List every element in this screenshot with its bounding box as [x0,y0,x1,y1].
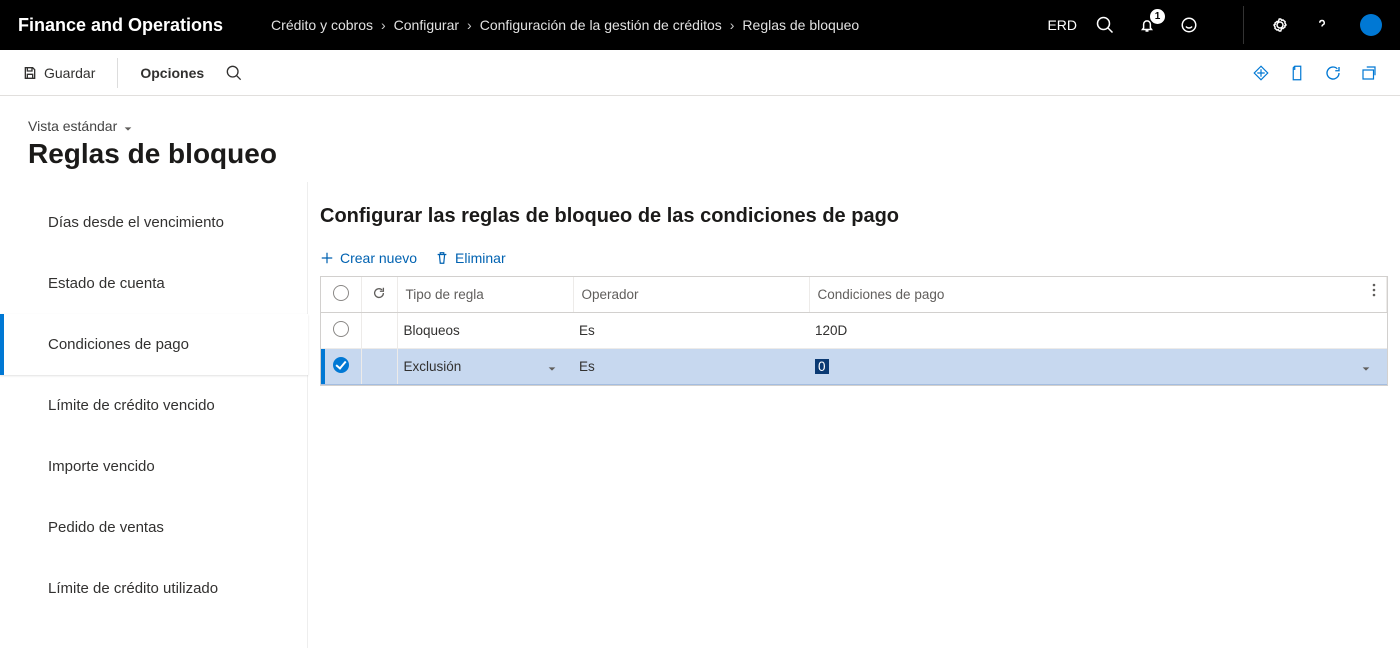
save-label: Guardar [44,65,95,81]
new-button[interactable]: Crear nuevo [320,250,417,266]
nav-item-account-status[interactable]: Estado de cuenta [0,253,308,314]
diamond-icon[interactable] [1252,64,1270,82]
notification-badge: 1 [1150,9,1165,24]
nav-item-overdue-amount[interactable]: Importe vencido [0,436,308,497]
breadcrumb-item[interactable]: Configurar [394,17,459,33]
top-icons: 1 [1095,6,1382,44]
select-all[interactable] [321,277,361,313]
help-icon[interactable] [1312,15,1332,35]
view-label: Vista estándar [28,118,117,134]
nav-item-days-overdue[interactable]: Días desde el vencimiento [0,192,308,253]
options-button[interactable]: Opciones [132,59,212,87]
top-bar: Finance and Operations Crédito y cobros … [0,0,1400,50]
chevron-down-icon[interactable] [1361,362,1371,372]
smile-icon[interactable] [1179,15,1199,35]
cell-value-editing[interactable]: 0 [815,359,829,374]
toolbar-search-button[interactable] [218,59,250,87]
col-operator[interactable]: Operador [573,277,809,313]
col-rule-type[interactable]: Tipo de regla [397,277,573,313]
cell-operator[interactable]: Es [573,313,809,349]
nav-item-payment-terms[interactable]: Condiciones de pago [0,314,308,375]
cell-payment-terms[interactable]: 120D [809,313,1387,349]
bell-icon[interactable]: 1 [1137,15,1157,35]
nav-item-sales-order[interactable]: Pedido de ventas [0,497,308,558]
page-title: Reglas de bloqueo [28,138,1400,170]
grid-options-icon[interactable] [1366,282,1382,303]
cell-value: Exclusión [404,359,462,374]
table-row[interactable]: Bloqueos Es 120D [321,313,1387,349]
breadcrumb-item[interactable]: Crédito y cobros [271,17,373,33]
grid-header-row: Tipo de regla Operador Condiciones de pa… [321,277,1387,313]
cell-operator[interactable]: Es [573,349,809,385]
view-selector[interactable]: Vista estándar [28,118,1400,134]
section-heading: Configurar las reglas de bloqueo de las … [320,183,1388,246]
row-selector[interactable] [321,349,361,385]
delete-button[interactable]: Eliminar [435,250,506,266]
grid-wrapper: Tipo de regla Operador Condiciones de pa… [320,276,1388,386]
nav-item-credit-limit-used[interactable]: Límite de crédito utilizado [0,558,308,619]
action-toolbar: Guardar Opciones [0,50,1400,96]
delete-label: Eliminar [455,250,506,266]
gear-icon[interactable] [1270,15,1290,35]
chevron-down-icon [123,121,133,131]
save-button[interactable]: Guardar [14,59,103,87]
rules-grid: Tipo de regla Operador Condiciones de pa… [320,276,1388,386]
options-label: Opciones [140,65,204,81]
breadcrumb-item[interactable]: Configuración de la gestión de créditos [480,17,722,33]
avatar[interactable] [1360,14,1382,36]
col-payment-terms[interactable]: Condiciones de pago [809,277,1387,313]
chevron-down-icon[interactable] [547,362,557,372]
trash-icon [435,251,449,265]
page-header: Vista estándar Reglas de bloqueo [0,96,1400,182]
table-row[interactable]: Exclusión Es 0 [321,349,1387,385]
popout-icon[interactable] [1360,64,1378,82]
app-title: Finance and Operations [18,15,223,36]
left-nav: Días desde el vencimiento Estado de cuen… [0,182,308,648]
breadcrumb: Crédito y cobros › Configurar › Configur… [271,17,859,33]
company-code[interactable]: ERD [1047,17,1077,33]
chevron-right-icon: › [381,17,386,33]
save-icon [22,65,38,81]
breadcrumb-item[interactable]: Reglas de bloqueo [742,17,859,33]
grid-toolbar: Crear nuevo Eliminar [320,246,1388,276]
row-selector[interactable] [321,313,361,349]
cell-rule-type[interactable]: Bloqueos [397,313,573,349]
grid-refresh[interactable] [361,277,397,313]
cell-rule-type[interactable]: Exclusión [397,349,573,385]
search-icon [226,65,242,81]
content-panel: Configurar las reglas de bloqueo de las … [308,182,1400,648]
plus-icon [320,251,334,265]
cell-payment-terms[interactable]: 0 [809,349,1387,385]
attachment-icon[interactable] [1288,64,1306,82]
chevron-right-icon: › [730,17,735,33]
search-icon[interactable] [1095,15,1115,35]
toolbar-right [1252,64,1400,82]
chevron-right-icon: › [467,17,472,33]
page-body: Vista estándar Reglas de bloqueo Días de… [0,96,1400,648]
nav-item-credit-limit-expired[interactable]: Límite de crédito vencido [0,375,308,436]
new-label: Crear nuevo [340,250,417,266]
refresh-icon[interactable] [1324,64,1342,82]
